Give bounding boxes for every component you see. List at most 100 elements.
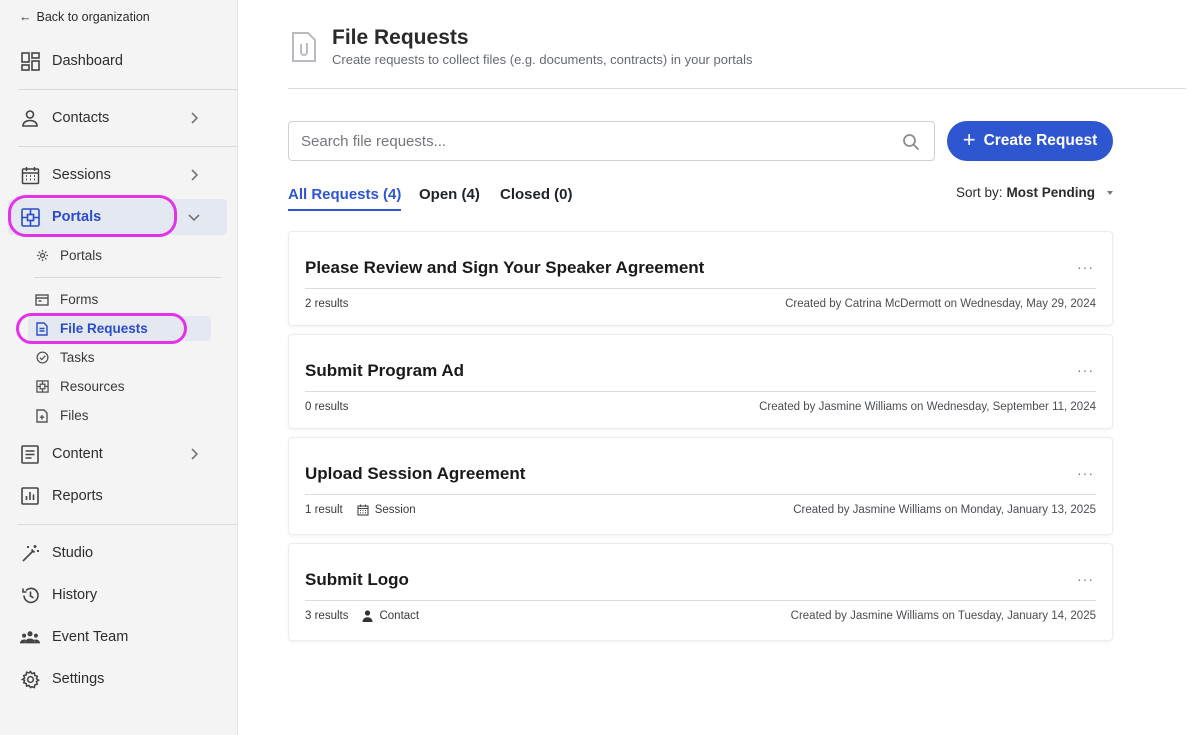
back-to-organization-link[interactable]: ← Back to organization xyxy=(19,10,150,24)
created-by: Created by Jasmine Williams on Wednesday… xyxy=(759,401,1096,413)
sidebar-item-settings[interactable]: Settings xyxy=(8,661,227,697)
request-title: Submit Logo xyxy=(305,570,409,589)
divider xyxy=(18,89,237,90)
request-meta: 1 result Session xyxy=(305,504,416,516)
sidebar-item-dashboard[interactable]: Dashboard xyxy=(8,43,227,79)
gear-icon xyxy=(20,669,40,689)
sidebar-item-portals[interactable]: Portals xyxy=(8,199,227,235)
sidebar-subitem-label: Forms xyxy=(60,292,99,307)
bar-chart-icon xyxy=(20,486,40,506)
request-card[interactable]: Submit Program Ad ··· 0 results Created … xyxy=(288,334,1113,429)
gear-icon xyxy=(35,249,49,263)
more-options-button[interactable]: ··· xyxy=(1077,362,1094,378)
person-icon xyxy=(20,108,40,128)
search-input[interactable] xyxy=(301,122,891,160)
create-request-label: Create Request xyxy=(983,132,1098,149)
request-tag: Contact xyxy=(362,610,419,622)
sidebar-subitem-tasks[interactable]: Tasks xyxy=(28,345,211,370)
results-count: 3 results xyxy=(305,610,349,622)
tab-closed[interactable]: Closed (0) xyxy=(500,186,573,209)
create-request-button[interactable]: + Create Request xyxy=(947,121,1113,161)
sidebar-item-content[interactable]: Content xyxy=(8,436,227,472)
magic-wand-icon xyxy=(20,543,40,563)
request-tag: Session xyxy=(357,504,416,516)
form-icon xyxy=(35,293,49,307)
arrow-left-icon: ← xyxy=(19,10,32,24)
more-options-button[interactable]: ··· xyxy=(1077,571,1094,587)
chevron-right-icon xyxy=(191,112,199,124)
sidebar-subitem-forms[interactable]: Forms xyxy=(28,287,211,312)
results-count: 2 results xyxy=(305,298,349,310)
sidebar-subitem-label: Tasks xyxy=(60,350,95,365)
sort-label: Sort by: xyxy=(956,185,1003,200)
person-icon xyxy=(362,610,373,622)
search-box xyxy=(288,121,935,161)
sidebar-item-studio[interactable]: Studio xyxy=(8,535,227,571)
dashboard-icon xyxy=(20,51,40,71)
results-count: 1 result xyxy=(305,504,343,516)
sort-value: Most Pending xyxy=(1006,185,1096,200)
more-options-button[interactable]: ··· xyxy=(1077,259,1094,275)
sidebar-item-sessions[interactable]: Sessions xyxy=(8,157,227,193)
request-title: Submit Program Ad xyxy=(305,361,464,380)
portals-icon xyxy=(20,207,40,227)
created-by: Created by Jasmine Williams on Monday, J… xyxy=(793,504,1096,516)
sidebar: ← Back to organization Dashboard Contact… xyxy=(0,0,238,735)
resources-icon xyxy=(35,380,49,394)
sidebar-item-contacts[interactable]: Contacts xyxy=(8,100,227,136)
sidebar-subitem-portals[interactable]: Portals xyxy=(28,243,211,268)
request-title: Please Review and Sign Your Speaker Agre… xyxy=(305,258,705,277)
sidebar-item-label: Dashboard xyxy=(52,53,123,69)
divider xyxy=(34,277,221,278)
search-icon[interactable] xyxy=(902,133,920,151)
check-circle-icon xyxy=(35,351,49,365)
sidebar-item-reports[interactable]: Reports xyxy=(8,478,227,514)
chevron-right-icon xyxy=(191,169,199,181)
history-icon xyxy=(20,585,40,605)
request-title: Upload Session Agreement xyxy=(305,464,526,483)
request-card[interactable]: Upload Session Agreement ··· 1 result Se… xyxy=(288,437,1113,535)
sidebar-subitem-resources[interactable]: Resources xyxy=(28,374,211,399)
page-subtitle: Create requests to collect files (e.g. d… xyxy=(332,52,753,67)
divider xyxy=(18,146,237,147)
created-by: Created by Catrina McDermott on Wednesda… xyxy=(785,298,1096,310)
sidebar-subitem-files[interactable]: Files xyxy=(28,403,211,428)
tab-all-requests[interactable]: All Requests (4) xyxy=(288,186,402,211)
request-card[interactable]: Please Review and Sign Your Speaker Agre… xyxy=(288,231,1113,326)
divider xyxy=(305,391,1096,392)
team-icon xyxy=(20,627,40,647)
sidebar-subitem-label: File Requests xyxy=(60,321,148,336)
divider xyxy=(305,600,1096,601)
sidebar-item-history[interactable]: History xyxy=(8,577,227,613)
request-card[interactable]: Submit Logo ··· 3 results Contact Create… xyxy=(288,543,1113,641)
sidebar-item-label: Reports xyxy=(52,488,103,504)
sidebar-item-label: Settings xyxy=(52,671,105,687)
sidebar-subitem-file-requests[interactable]: File Requests xyxy=(28,316,211,341)
request-tag-label: Contact xyxy=(379,610,420,622)
plus-icon: + xyxy=(962,127,976,152)
sidebar-subitem-label: Portals xyxy=(60,248,103,263)
calendar-icon xyxy=(357,504,369,516)
sidebar-item-label: Contacts xyxy=(52,110,110,126)
request-meta: 2 results xyxy=(305,298,348,310)
sidebar-subitem-label: Files xyxy=(60,408,89,423)
results-count: 0 results xyxy=(305,401,349,413)
sidebar-item-event-team[interactable]: Event Team xyxy=(8,619,227,655)
divider xyxy=(305,288,1096,289)
back-label: Back to organization xyxy=(36,10,150,24)
more-options-button[interactable]: ··· xyxy=(1077,465,1094,481)
chevron-down-icon xyxy=(188,214,200,222)
sidebar-item-label: Event Team xyxy=(52,629,129,645)
sidebar-item-label: History xyxy=(52,587,98,603)
page-title: File Requests xyxy=(332,26,469,49)
request-tag-label: Session xyxy=(374,504,416,516)
file-request-icon xyxy=(292,32,316,62)
request-meta: 3 results Contact xyxy=(305,610,419,622)
chevron-right-icon xyxy=(191,448,199,460)
caret-down-icon xyxy=(1107,190,1114,195)
tab-open[interactable]: Open (4) xyxy=(419,186,480,209)
sort-dropdown[interactable]: Sort by: Most Pending xyxy=(956,185,1114,200)
created-by: Created by Jasmine Williams on Tuesday, … xyxy=(790,610,1096,622)
request-meta: 0 results xyxy=(305,401,348,413)
sidebar-item-label: Content xyxy=(52,446,103,462)
